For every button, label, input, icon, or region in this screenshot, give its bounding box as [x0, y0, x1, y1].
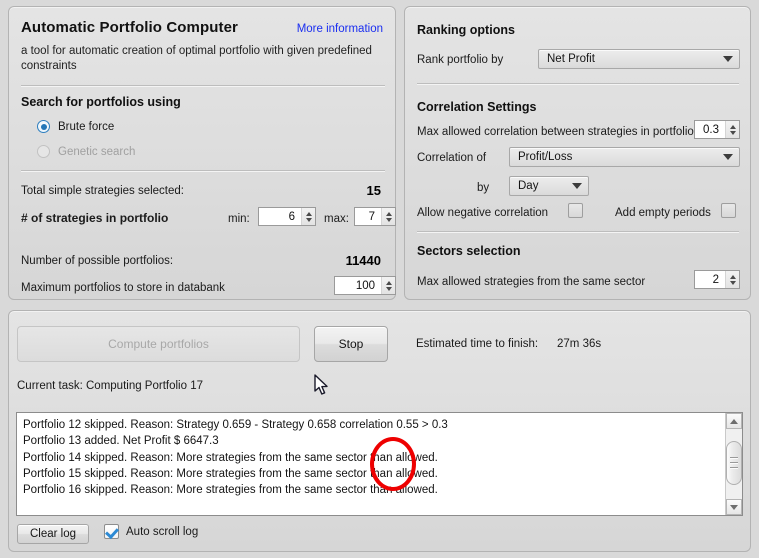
total-strategies-label: Total simple strategies selected: — [21, 185, 184, 197]
max-store-label: Maximum portfolios to store in databank — [21, 282, 225, 294]
allow-negative-label: Allow negative correlation — [417, 207, 549, 219]
grip-line-icon — [730, 467, 738, 469]
scroll-down-button[interactable] — [726, 499, 742, 515]
panel-description: a tool for automatic creation of optimal… — [21, 45, 372, 72]
arrow-up-icon — [729, 124, 736, 129]
radio-selected-icon — [37, 120, 50, 133]
grip-line-icon — [730, 462, 738, 464]
arrow-down-icon — [729, 280, 736, 285]
divider-4 — [417, 231, 739, 233]
clear-log-button[interactable]: Clear log — [17, 524, 89, 544]
arrow-down-icon — [730, 504, 738, 510]
correlation-of-label: Correlation of — [417, 152, 487, 164]
log-line: Portfolio 16 skipped. Reason: More strat… — [23, 484, 438, 497]
arrow-up-icon — [730, 418, 738, 424]
max-sector-label: Max allowed strategies from the same sec… — [417, 276, 646, 288]
auto-scroll-log-label: Auto scroll log — [126, 525, 199, 538]
radio-unselected-icon — [37, 145, 50, 158]
arrow-down-icon — [385, 217, 392, 222]
auto-scroll-log-row[interactable]: Auto scroll log — [104, 524, 198, 539]
chevron-down-icon — [572, 183, 582, 189]
log-lines-container: Portfolio 12 skipped. Reason: Strategy 0… — [23, 417, 713, 498]
num-strategies-label: # of strategies in portfolio — [21, 211, 169, 225]
arrow-down-icon — [385, 286, 392, 291]
rank-by-value: Net Profit — [547, 53, 595, 65]
estimated-time-value: 27m 36s — [557, 338, 602, 350]
max-correlation-stepper[interactable]: 0.3 — [694, 120, 740, 139]
settings-panel: Ranking options Rank portfolio by Net Pr… — [404, 6, 751, 300]
stepper-arrows-icon[interactable] — [301, 208, 315, 225]
arrow-down-icon — [305, 217, 312, 222]
max-label: max: — [324, 213, 349, 225]
add-empty-label: Add empty periods — [615, 207, 711, 219]
max-store-stepper[interactable]: 100 — [334, 276, 396, 295]
scrollbar-thumb[interactable] — [726, 441, 742, 485]
arrow-up-icon — [385, 280, 392, 285]
stepper-arrows-icon[interactable] — [725, 271, 739, 288]
log-line: Portfolio 15 skipped. Reason: More strat… — [23, 467, 438, 480]
log-output-box[interactable]: Portfolio 12 skipped. Reason: Strategy 0… — [16, 412, 743, 516]
stepper-arrows-icon[interactable] — [381, 277, 395, 294]
automatic-portfolio-computer-panel: Automatic Portfolio Computer More inform… — [8, 6, 396, 300]
divider-1 — [21, 85, 385, 87]
compute-portfolios-button[interactable]: Compute portfolios — [17, 326, 300, 362]
radio-genetic-search[interactable]: Genetic search — [37, 145, 135, 158]
radio-genetic-search-label: Genetic search — [58, 145, 136, 158]
arrow-up-icon — [385, 211, 392, 216]
current-task-value: Computing Portfolio 17 — [86, 380, 203, 392]
by-dropdown[interactable]: Day — [509, 176, 589, 196]
estimated-time-label: Estimated time to finish: — [416, 338, 539, 350]
max-strategies-value: 7 — [368, 210, 375, 223]
add-empty-checkbox[interactable] — [721, 203, 736, 219]
stepper-arrows-icon[interactable] — [381, 208, 395, 225]
max-correlation-value: 0.3 — [703, 123, 719, 136]
divider-2 — [21, 170, 385, 172]
max-correlation-label: Max allowed correlation between strategi… — [417, 126, 694, 138]
search-section-title: Search for portfolios using — [21, 95, 181, 109]
divider-3 — [417, 83, 739, 85]
min-strategies-value: 6 — [288, 210, 295, 223]
radio-brute-force[interactable]: Brute force — [37, 120, 114, 133]
chevron-down-icon — [723, 56, 733, 62]
chevron-down-icon — [723, 154, 733, 160]
log-line: Portfolio 14 skipped. Reason: More strat… — [23, 451, 438, 464]
arrow-down-icon — [729, 130, 736, 135]
max-sector-value: 2 — [712, 273, 719, 286]
more-information-link[interactable]: More information — [297, 23, 383, 35]
total-strategies-value: 15 — [366, 183, 381, 198]
rank-by-dropdown[interactable]: Net Profit — [538, 49, 740, 69]
max-strategies-stepper[interactable]: 7 — [354, 207, 396, 226]
correlation-of-dropdown[interactable]: Profit/Loss — [509, 147, 740, 167]
log-line: Portfolio 13 added. Net Profit $ 6647.3 — [23, 435, 219, 448]
by-label: by — [477, 182, 490, 194]
log-scrollbar[interactable] — [725, 413, 742, 515]
possible-portfolios-label: Number of possible portfolios: — [21, 255, 174, 267]
sectors-selection-title: Sectors selection — [417, 244, 521, 258]
rank-by-label: Rank portfolio by — [417, 54, 504, 66]
min-label: min: — [228, 213, 250, 225]
stepper-arrows-icon[interactable] — [725, 121, 739, 138]
radio-brute-force-label: Brute force — [58, 120, 115, 133]
stop-button[interactable]: Stop — [314, 326, 388, 362]
correlation-of-value: Profit/Loss — [518, 151, 573, 163]
min-strategies-stepper[interactable]: 6 — [258, 207, 316, 226]
page-title: Automatic Portfolio Computer — [21, 19, 238, 36]
ranking-options-title: Ranking options — [417, 23, 515, 37]
scroll-up-button[interactable] — [726, 413, 742, 429]
max-sector-stepper[interactable]: 2 — [694, 270, 740, 289]
correlation-settings-title: Correlation Settings — [417, 100, 537, 114]
mouse-cursor-icon — [314, 374, 328, 395]
auto-scroll-log-checkbox[interactable] — [104, 524, 119, 539]
possible-portfolios-value: 11440 — [345, 253, 381, 268]
log-line: Portfolio 12 skipped. Reason: Strategy 0… — [23, 419, 448, 431]
grip-line-icon — [730, 457, 738, 459]
arrow-up-icon — [305, 211, 312, 216]
max-store-value: 100 — [355, 279, 375, 292]
arrow-up-icon — [729, 274, 736, 279]
current-task-label: Current task: — [17, 380, 83, 392]
by-value: Day — [518, 180, 539, 192]
allow-negative-checkbox[interactable] — [568, 203, 583, 219]
